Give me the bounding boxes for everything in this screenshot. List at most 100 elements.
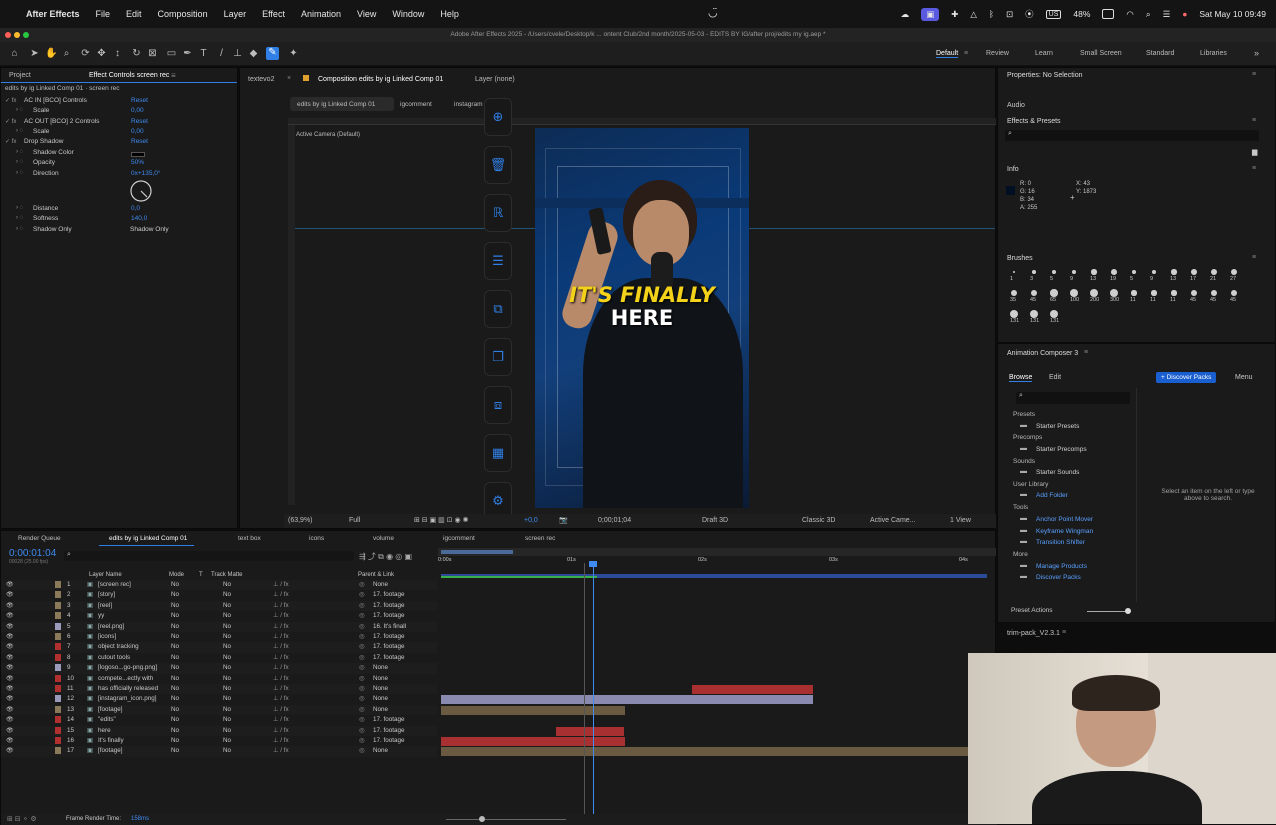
col-track-matte[interactable]: Track Matte [211,572,242,578]
clone-tool-icon[interactable]: ⊥ [232,48,243,59]
label-color[interactable] [55,653,61,661]
resolution-select[interactable]: Full [349,517,360,524]
parent-select[interactable]: None [373,685,388,692]
zoom-tool-icon[interactable]: ⌕ [61,48,72,59]
view-layout-select[interactable]: 1 View [950,517,971,524]
effect-row-value[interactable]: 0,0 [131,205,140,212]
visibility-icon[interactable]: 👁 [6,737,14,744]
close-window-button[interactable] [5,32,11,38]
trim-menu-icon[interactable]: ≡ [1062,629,1066,636]
tab-project[interactable]: Project [9,72,31,79]
parent-select[interactable]: 17. footage [373,654,405,661]
composer-tab-edit[interactable]: Edit [1049,374,1061,381]
blend-mode-select[interactable]: No [171,747,179,754]
layer-name[interactable]: cutout tools [98,654,130,661]
label-color[interactable] [55,726,61,734]
brush-tip[interactable] [1171,269,1177,275]
pickwhip-icon[interactable]: ◎ [359,706,365,713]
app-name[interactable]: After Effects [26,9,80,19]
rotate-tool-icon[interactable]: ↻ [131,48,142,59]
blend-mode-select[interactable]: No [171,664,179,671]
sidebar-copy-button[interactable]: ❐ [484,338,512,376]
timeline-layer-row[interactable]: 👁 10 ▣ compete...ectly with No No ⊥ / fx ◎ None [1,674,437,684]
effects-search-input[interactable]: ⌕ [1005,130,1259,141]
layer-duration-bar[interactable] [556,726,624,736]
more-workspaces-icon[interactable]: » [1254,48,1259,58]
label-color[interactable] [55,664,61,672]
layer-name[interactable]: [reel.png] [98,623,124,630]
label-color[interactable] [55,674,61,682]
label-color[interactable] [55,716,61,724]
wifi-icon[interactable]: ◠ [1126,9,1133,20]
track-matte-select[interactable]: No [223,623,231,630]
effect-row[interactable]: › ◌ Opacity 50% [1,159,237,169]
effect-row[interactable]: › ◌ Shadow Only Shadow Only [1,226,237,236]
blend-mode-select[interactable]: No [171,695,179,702]
caption-line-2[interactable]: HERE [535,306,749,330]
timeline-layer-row[interactable]: 👁 5 ▣ [reel.png] No No ⊥ / fx ◎ 16. It's finall [1,621,437,632]
timeline-layer-row[interactable]: 👁 3 ▣ [reel] No No ⊥ / fx ◎ 17. footage [1,600,437,612]
stopwatch-icon[interactable]: › ◌ [16,128,23,134]
maximize-window-button[interactable] [23,32,29,38]
layer-name[interactable]: [icons] [98,633,116,640]
battery-icon[interactable] [1102,9,1115,19]
blend-mode-select[interactable]: No [171,727,179,734]
switches-icons[interactable]: ⊥ / fx [273,675,289,682]
fx-toggle-icon[interactable]: ✓ fx [5,138,16,145]
label-color[interactable] [55,685,61,692]
layer-name[interactable]: [story] [98,591,115,598]
effect-row[interactable]: ✓ fx AC OUT [BCO] 2 Controls Reset [1,118,237,128]
timecode[interactable]: 0:00:01:04 [9,548,56,559]
plus-icon[interactable]: ✚ [951,9,958,20]
label-color[interactable] [55,581,61,588]
blend-mode-select[interactable]: No [171,675,179,682]
brush-tip[interactable] [1210,289,1218,297]
label-color[interactable] [55,695,61,703]
dolly-tool-icon[interactable]: ↕ [112,48,123,59]
preset-actions-select[interactable]: Preset Actions [1011,607,1053,614]
sidebar-grid-button[interactable]: ▦ [484,434,512,472]
playhead-handle[interactable] [589,561,597,567]
move-tool-icon[interactable]: ✥ [96,48,107,59]
visibility-icon[interactable]: 👁 [6,623,14,630]
layer-name[interactable]: [instagram_icon.png] [98,695,156,702]
view-options-icons[interactable]: ⊞ ⊟ ▣ ▥ ⊡ ◉ ✺ [414,516,468,524]
switches-icons[interactable]: ⊥ / fx [273,716,289,723]
input-source-icon[interactable]: US [1045,9,1062,19]
switches-icons[interactable]: ⊥ / fx [273,706,289,713]
parent-select[interactable]: 17. footage [373,591,405,598]
brush-tip[interactable] [1090,289,1098,297]
composer-search-input[interactable]: ⌕ [1016,392,1130,404]
visibility-icon[interactable]: 👁 [6,612,14,619]
layer-duration-bar[interactable] [441,747,971,757]
visibility-icon[interactable]: 👁 [6,727,14,734]
parent-select[interactable]: None [373,581,388,588]
label-color[interactable] [55,601,61,609]
tab-composition[interactable]: Composition edits by ig Linked Comp 01 [318,76,443,83]
shape-tool-icon[interactable]: ▭ [166,48,177,59]
record-icon[interactable]: ⦿ [1025,8,1034,20]
composer-zoom-slider[interactable] [1087,611,1127,612]
brush-tip[interactable] [1191,269,1197,275]
audio-title[interactable]: Audio [1007,102,1025,109]
parent-select[interactable]: 17. footage [373,727,405,734]
tab-textevo2[interactable]: textevo2 [248,76,274,83]
layer-name[interactable]: "edits" [98,716,116,723]
timeline-layer-row[interactable]: 👁 17 ▣ [footage] No No ⊥ / fx ◎ None [1,746,437,757]
pickwhip-icon[interactable]: ◎ [359,602,365,609]
layer-name[interactable]: [footage] [98,706,123,713]
bluetooth-icon[interactable]: ᛒ [989,9,994,19]
brush-tip[interactable] [1032,270,1036,274]
blend-mode-select[interactable]: No [171,654,179,661]
workspace-libraries[interactable]: Libraries [1200,50,1227,57]
parent-select[interactable]: 17. footage [373,602,405,609]
pickwhip-icon[interactable]: ◎ [359,695,365,702]
effect-row-value[interactable]: 50% [131,159,144,166]
switches-icons[interactable]: ⊥ / fx [273,654,289,661]
layer-duration-bar[interactable] [692,685,813,694]
parent-select[interactable]: 17. footage [373,737,405,744]
menu-file[interactable]: File [96,9,111,19]
brush-tip[interactable] [1131,269,1137,275]
roto-brush-tool-icon[interactable]: ✎ [266,47,279,60]
track-matte-select[interactable]: No [223,695,231,702]
